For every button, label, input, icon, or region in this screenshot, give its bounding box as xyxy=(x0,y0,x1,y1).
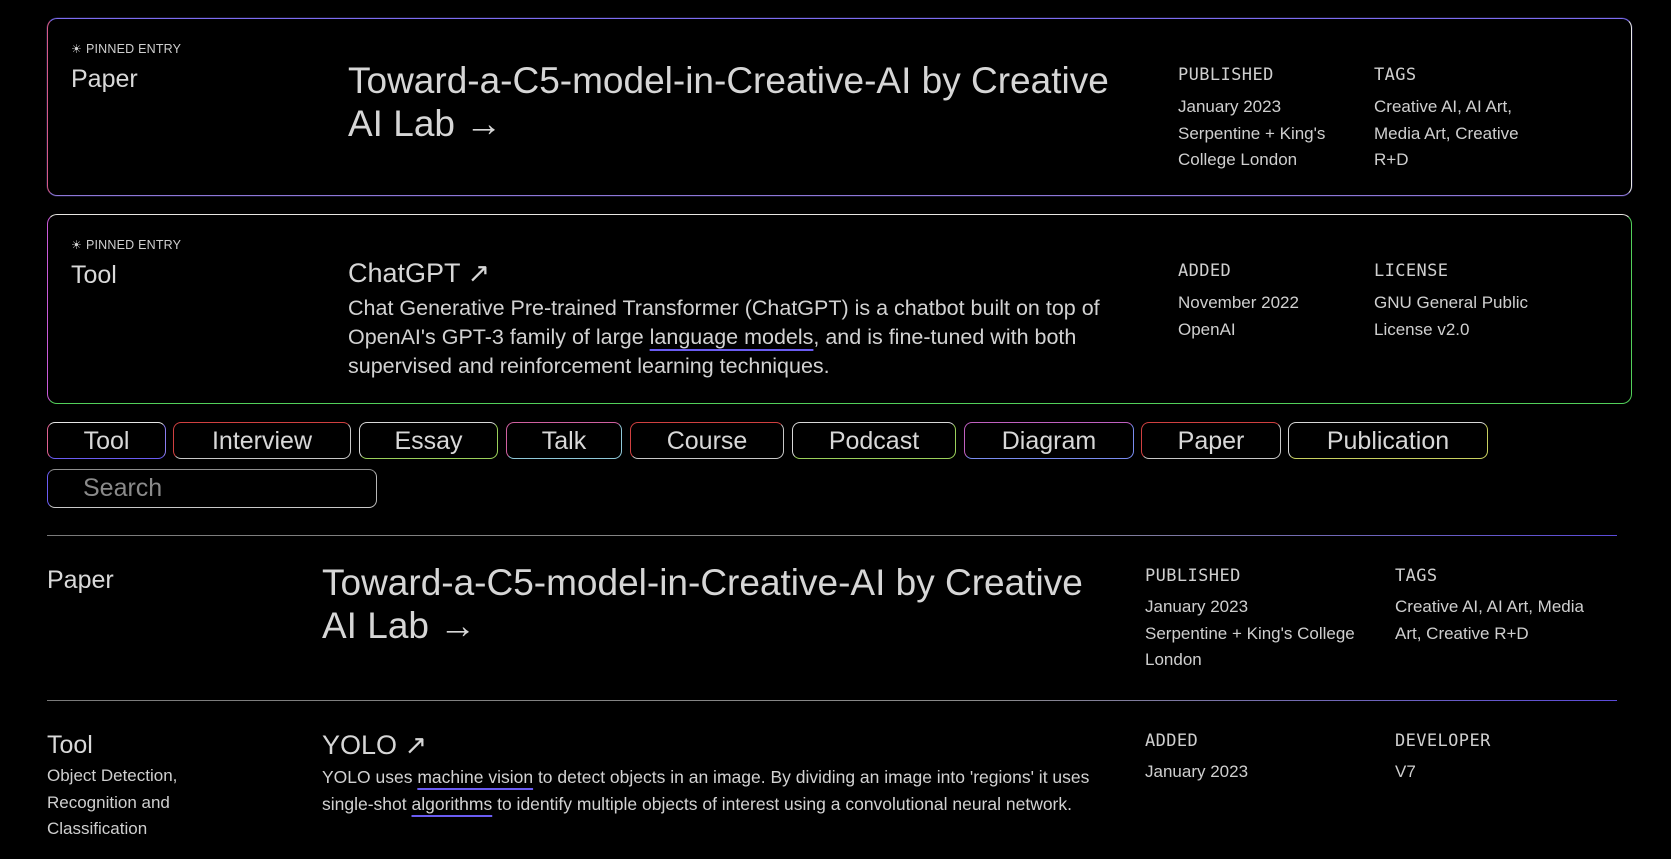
filter-course[interactable]: Course xyxy=(630,422,784,459)
developer-heading: DEVELOPER xyxy=(1395,731,1491,751)
entry-type: Paper xyxy=(71,65,138,93)
entry-title-link[interactable]: Toward-a-C5-model-in-Creative-AI by Crea… xyxy=(322,561,1112,647)
license-heading: LICENSE xyxy=(1374,261,1449,281)
license-values: GNU General Public License v2.0 xyxy=(1374,293,1529,339)
row-divider xyxy=(47,700,1617,701)
language-models-link[interactable]: language models xyxy=(650,325,814,349)
added-values: January 2023 xyxy=(1145,762,1249,781)
sun-icon: ☀ xyxy=(71,238,82,252)
entry-title-link[interactable]: Toward-a-C5-model-in-Creative-AI by Crea… xyxy=(348,59,1138,145)
tags-values: Creative AI, AI Art, Media Art, Creative… xyxy=(1395,597,1584,643)
added-heading: ADDED xyxy=(1178,261,1232,281)
pinned-entry-label: ☀ PINNED ENTRY xyxy=(71,42,182,56)
added-heading: ADDED xyxy=(1145,731,1199,751)
search-input[interactable] xyxy=(47,469,377,508)
pinned-entry-label: ☀ PINNED ENTRY xyxy=(71,238,182,252)
entry-title-link[interactable]: YOLO ↗ xyxy=(322,729,1112,761)
entry-type: Tool xyxy=(47,731,93,759)
entry-subtype: Object Detection, Recognition and Classi… xyxy=(47,766,178,838)
published-heading: PUBLISHED xyxy=(1178,65,1274,85)
published-values: January 2023 Serpentine + King's College… xyxy=(1145,597,1355,669)
pinned-entry-card[interactable]: ☀ PINNED ENTRY Tool ChatGPT ↗ Chat Genera… xyxy=(47,214,1632,404)
filter-bar: Tool Interview Essay Talk Course Podcast… xyxy=(47,422,1607,462)
entry-description: Chat Generative Pre-trained Transformer … xyxy=(348,296,1100,378)
filter-publication[interactable]: Publication xyxy=(1288,422,1488,459)
filter-podcast[interactable]: Podcast xyxy=(792,422,956,459)
algorithms-link[interactable]: algorithms xyxy=(412,794,493,814)
entry-type: Tool xyxy=(71,261,117,289)
filter-essay[interactable]: Essay xyxy=(359,422,498,459)
tags-heading: TAGS xyxy=(1395,566,1438,586)
filter-tool[interactable]: Tool xyxy=(47,422,166,459)
published-heading: PUBLISHED xyxy=(1145,566,1241,586)
entry-title-link[interactable]: ChatGPT ↗ xyxy=(348,257,1138,289)
tags-heading: TAGS xyxy=(1374,65,1417,85)
developer-values: V7 xyxy=(1395,762,1416,781)
filter-paper[interactable]: Paper xyxy=(1141,422,1281,459)
added-values: November 2022 OpenAI xyxy=(1178,293,1299,339)
pinned-entry-card[interactable]: ☀ PINNED ENTRY Paper Toward-a-C5-model-in… xyxy=(47,18,1632,196)
filter-talk[interactable]: Talk xyxy=(506,422,622,459)
machine-vision-link[interactable]: machine vision xyxy=(417,767,533,787)
sun-icon: ☀ xyxy=(71,42,82,56)
published-values: January 2023 Serpentine + King's College… xyxy=(1178,97,1326,169)
tags-values: Creative AI, AI Art, Media Art, Creative… xyxy=(1374,97,1519,169)
filter-interview[interactable]: Interview xyxy=(173,422,351,459)
row-divider xyxy=(47,535,1617,536)
filter-diagram[interactable]: Diagram xyxy=(964,422,1134,459)
entry-type: Paper xyxy=(47,566,114,594)
entry-description: YOLO uses machine vision to detect objec… xyxy=(322,767,1090,814)
